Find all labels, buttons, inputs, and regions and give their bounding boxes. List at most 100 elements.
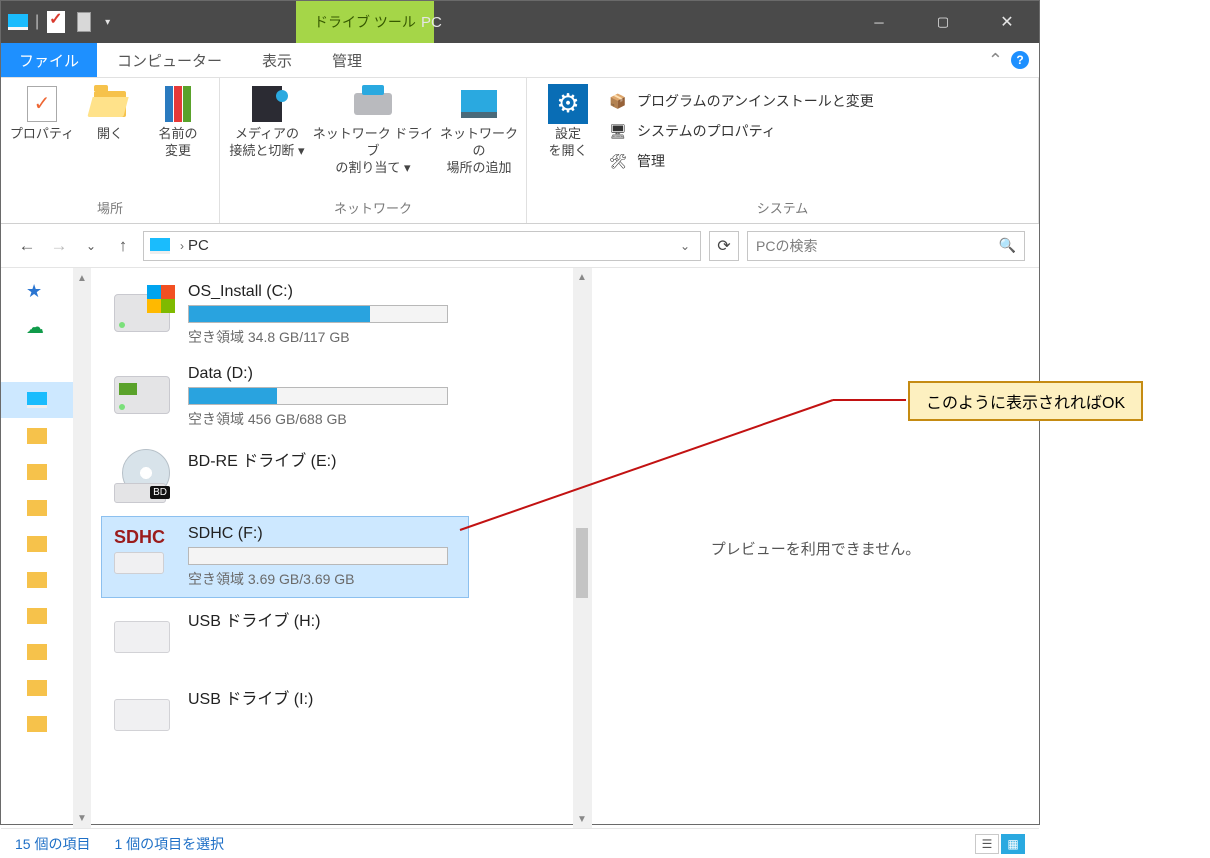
tab-view[interactable]: 表示	[242, 43, 312, 77]
folder-icon	[27, 608, 47, 624]
chevron-right-icon: ›	[180, 239, 184, 253]
uninstall-programs-button[interactable]: 📦 プログラムのアンインストールと変更	[603, 86, 878, 116]
nav-folder-1[interactable]	[1, 418, 73, 454]
nav-quick-access[interactable]: ★	[1, 274, 73, 310]
hdd-icon	[114, 376, 170, 414]
view-switcher: ☰ ▦	[975, 834, 1025, 854]
tab-manage[interactable]: 管理	[312, 43, 382, 77]
preview-message: プレビューを利用できません。	[711, 538, 921, 559]
media-label: メディアの 接続と切断 ▾	[229, 126, 304, 160]
open-settings-button[interactable]: ⚙ 設定 を開く	[535, 84, 601, 194]
nav-scroll-down-icon[interactable]: ▼	[73, 808, 91, 828]
open-label: 開く	[97, 126, 123, 143]
view-tiles-button[interactable]: ▦	[1001, 834, 1025, 854]
address-bar[interactable]: › PC ⌄	[143, 231, 701, 261]
system-properties-button[interactable]: 🖥 システムのプロパティ	[603, 116, 878, 146]
system-properties-icon: 🖥	[607, 121, 629, 141]
status-item-count: 15 個の項目	[15, 834, 90, 854]
manage-button[interactable]: 🛠 管理	[603, 146, 878, 176]
list-scrollbar[interactable]: ▲ ▼	[573, 268, 591, 828]
nav-this-pc[interactable]	[1, 382, 73, 418]
navigation-pane[interactable]: ★ ☁ ▲ ▼	[1, 268, 91, 828]
sys-properties-label: システムのプロパティ	[637, 121, 776, 141]
context-tab-drive-tools[interactable]: ドライブ ツール	[296, 1, 434, 43]
status-selected-count: 1 個の項目を選択	[114, 834, 224, 854]
items-list[interactable]: ▲ ▼ OS_Install (C:) 空き領域 34.8 GB/117 GB …	[91, 268, 591, 828]
nav-scroll-up-icon[interactable]: ▲	[73, 268, 91, 288]
uninstall-icon: 📦	[607, 91, 629, 111]
qat-properties-icon[interactable]	[45, 11, 67, 33]
nav-folder-6[interactable]	[1, 598, 73, 634]
ribbon: ✓ プロパティ 開く 名前の 変更 場所 メディアの 接続と切断 ▾	[1, 78, 1039, 224]
properties-icon: ✓	[27, 86, 57, 122]
view-details-button[interactable]: ☰	[975, 834, 999, 854]
list-scroll-down-icon[interactable]: ▼	[573, 810, 591, 828]
drive-item[interactable]: OS_Install (C:) 空き領域 34.8 GB/117 GB	[101, 274, 469, 356]
address-pc-icon	[150, 238, 170, 254]
rename-button[interactable]: 名前の 変更	[145, 84, 211, 160]
window-title: PC	[421, 1, 442, 43]
drive-name: USB ドライブ (I:)	[188, 685, 458, 709]
drive-item[interactable]: SDHC SDHC (F:) 空き領域 3.69 GB/3.69 GB	[101, 516, 469, 598]
nav-folder-4[interactable]	[1, 526, 73, 562]
drive-caption: 空き領域 3.69 GB/3.69 GB	[188, 569, 458, 589]
preview-pane: プレビューを利用できません。	[591, 268, 1039, 828]
nav-folder-2[interactable]	[1, 454, 73, 490]
map-network-drive-button[interactable]: ネットワーク ドライブ の割り当て ▾	[308, 84, 438, 177]
ribbon-help: ⌃ ?	[988, 43, 1039, 77]
drive-item[interactable]: BD BD-RE ドライブ (E:)	[101, 438, 469, 516]
nav-folder-3[interactable]	[1, 490, 73, 526]
forward-button: →	[47, 234, 71, 258]
qat-separator: |	[35, 13, 39, 31]
map-drive-label: ネットワーク ドライブ の割り当て ▾	[308, 126, 438, 177]
nav-folder-9[interactable]	[1, 706, 73, 742]
refresh-button[interactable]: ⟳	[709, 231, 739, 261]
properties-button[interactable]: ✓ プロパティ	[9, 84, 75, 143]
tab-file[interactable]: ファイル	[1, 43, 97, 77]
title-bar: | ▾ ドライブ ツール PC ─ ▢ ✕	[1, 1, 1039, 43]
qat-new-icon[interactable]	[73, 11, 95, 33]
ribbon-group-system: ⚙ 設定 を開く 📦 プログラムのアンインストールと変更 🖥 システムのプロパテ…	[527, 78, 1039, 223]
media-connect-button[interactable]: メディアの 接続と切断 ▾	[228, 84, 306, 160]
folder-icon	[27, 680, 47, 696]
capacity-bar	[188, 547, 448, 565]
minimize-button[interactable]: ─	[847, 1, 911, 43]
folder-icon	[27, 428, 47, 444]
recent-locations-button[interactable]: ⌄	[79, 234, 103, 258]
manage-label: 管理	[637, 151, 665, 171]
nav-folder-8[interactable]	[1, 670, 73, 706]
map-drive-icon	[354, 93, 392, 115]
add-location-label: ネットワークの 場所の追加	[440, 126, 518, 177]
rename-label: 名前の 変更	[158, 126, 197, 160]
drive-name: BD-RE ドライブ (E:)	[188, 447, 458, 471]
qat-customize-icon[interactable]: ▾	[101, 17, 114, 28]
nav-onedrive[interactable]: ☁	[1, 310, 73, 346]
annotation-callout: このように表示されればOK	[908, 381, 1143, 421]
status-bar: 15 個の項目 1 個の項目を選択 ☰ ▦	[1, 828, 1039, 858]
search-input[interactable]: PCの検索 🔍	[747, 231, 1025, 261]
drive-item[interactable]: USB ドライブ (H:)	[101, 598, 469, 676]
usb-drive-icon	[114, 699, 170, 731]
tab-computer[interactable]: コンピューター	[97, 43, 242, 77]
back-button[interactable]: ←	[15, 234, 39, 258]
open-button[interactable]: 開く	[77, 84, 143, 143]
nav-folder-5[interactable]	[1, 562, 73, 598]
list-scroll-up-icon[interactable]: ▲	[573, 268, 591, 286]
drive-item[interactable]: USB ドライブ (I:)	[101, 676, 469, 754]
open-folder-icon	[94, 91, 126, 117]
address-toolbar: ← → ⌄ ↑ › PC ⌄ ⟳ PCの検索 🔍	[1, 224, 1039, 268]
close-button[interactable]: ✕	[975, 1, 1039, 43]
drive-name: Data (D:)	[188, 365, 458, 383]
add-network-location-button[interactable]: ネットワークの 場所の追加	[440, 84, 518, 177]
ribbon-collapse-icon[interactable]: ⌃	[988, 50, 1003, 71]
folder-icon	[27, 464, 47, 480]
address-dropdown-icon[interactable]: ⌄	[676, 239, 694, 253]
maximize-button[interactable]: ▢	[911, 1, 975, 43]
nav-scrollbar[interactable]: ▲ ▼	[73, 268, 91, 828]
help-icon[interactable]: ?	[1011, 51, 1029, 69]
nav-folder-7[interactable]	[1, 634, 73, 670]
drive-item[interactable]: Data (D:) 空き領域 456 GB/688 GB	[101, 356, 469, 438]
list-scroll-thumb[interactable]	[576, 528, 588, 598]
up-button[interactable]: ↑	[111, 234, 135, 258]
uninstall-label: プログラムのアンインストールと変更	[637, 91, 874, 111]
